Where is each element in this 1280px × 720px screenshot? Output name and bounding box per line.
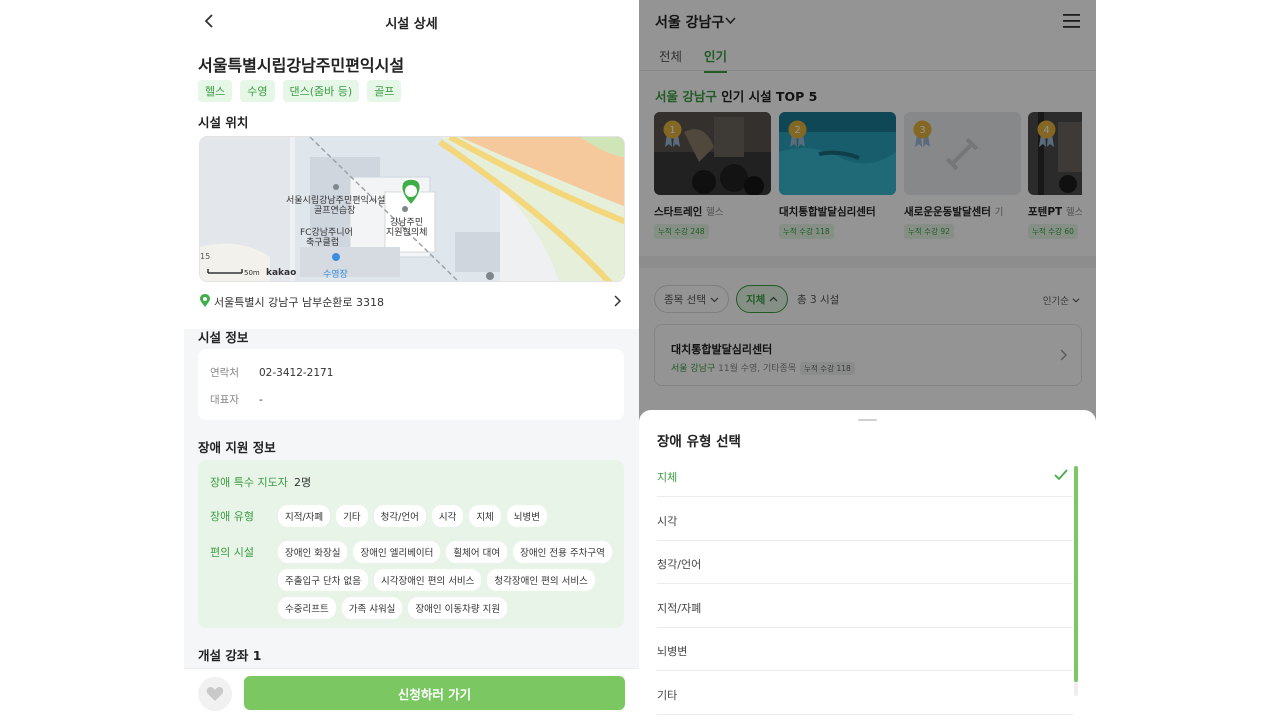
amenity-chip: 장애인 전용 주차구역 (513, 541, 612, 563)
location-map[interactable]: 서울시립강남주민편익시설 골프연습장 강남주민 지원협의체 FC강남주니어 축구… (199, 136, 625, 282)
map-scale-label: 50m (244, 269, 260, 277)
representative-value: - (259, 394, 263, 406)
amenity-chips: 장애인 화장실 장애인 엘리베이터 휠체어 대여 장애인 전용 주차구역 주출입… (278, 541, 618, 619)
favorite-button[interactable] (198, 677, 232, 711)
instructor-label: 장애 특수 지도자 (210, 476, 288, 489)
bottom-action-bar: 신청하러 가기 (184, 668, 639, 720)
disability-type-bottom-sheet: 장애 유형 선택 지체 시각 청각/언어 지적/자폐 뇌병변 기타 (639, 410, 1096, 720)
sheet-scrollbar-thumb[interactable] (1074, 466, 1078, 682)
sport-tag: 수영 (240, 80, 275, 102)
sport-tags: 헬스 수영 댄스(줌바 등) 골프 (198, 80, 402, 102)
amenity-chip: 시각장애인 편의 서비스 (373, 569, 482, 591)
map-label: 수영장 (323, 269, 348, 280)
amenity-chip: 장애인 화장실 (278, 541, 348, 563)
sport-tag: 헬스 (198, 80, 233, 102)
option-label: 뇌병변 (657, 645, 688, 658)
instructor-value: 2명 (294, 476, 312, 489)
amenity-chip: 청각장애인 편의 서비스 (487, 569, 595, 591)
contact-value[interactable]: 02-3412-2171 (259, 367, 333, 379)
disability-type-chips: 지적/자폐 기타 청각/언어 시각 지체 뇌병변 (278, 505, 618, 527)
representative-label: 대표자 (210, 394, 239, 406)
disability-option[interactable]: 청각/언어 (657, 541, 1073, 584)
amenity-chip: 수중리프트 (278, 597, 336, 619)
option-label: 청각/언어 (657, 558, 702, 571)
map-label: 서울시립강남주민편익시설 (286, 194, 385, 206)
sport-tag: 댄스(줌바 등) (282, 80, 360, 102)
facility-detail-panel: 시설 상세 서울특별시립강남주민편익시설 헬스 수영 댄스(줌바 등) 골프 시… (184, 0, 639, 720)
disability-option[interactable]: 지체 (657, 454, 1073, 497)
address-row[interactable]: 서울특별시 강남구 남부순환로 3318 (198, 292, 624, 312)
contact-row: 연락처 02-3412-2171 (210, 365, 333, 380)
disability-type-chip: 지적/자폐 (278, 505, 331, 527)
disability-type-label: 장애 유형 (210, 510, 254, 523)
apply-button[interactable]: 신청하러 가기 (244, 676, 625, 710)
map-label: 강남주민 (390, 217, 423, 228)
popular-facilities-panel: 서울 강남구 전체 인기 서울 강남구 인기 시설 TOP 5 1 스타트레인 … (639, 0, 1096, 720)
sheet-drag-handle[interactable] (858, 419, 877, 421)
disability-type-chip: 시각 (431, 505, 464, 527)
amenity-chip: 장애인 엘리베이터 (353, 541, 441, 563)
address-text: 서울특별시 강남구 남부순환로 3318 (214, 296, 385, 309)
disability-type-chip: 기타 (336, 505, 368, 527)
option-label: 지적/자폐 (657, 602, 702, 615)
screen: 시설 상세 서울특별시립강남주민편익시설 헬스 수영 댄스(줌바 등) 골프 시… (0, 0, 1280, 720)
disability-type-chip: 지체 (469, 505, 501, 527)
disability-type-chip: 뇌병변 (506, 505, 548, 527)
disability-option[interactable]: 뇌병변 (657, 628, 1073, 671)
map-brand-logo: kakao (266, 268, 296, 278)
sport-tag: 골프 (367, 80, 402, 102)
map-label: 지원협의체 (386, 226, 427, 238)
disability-option[interactable]: 기타 (657, 672, 1073, 715)
location-section-title: 시설 위치 (198, 115, 249, 130)
disability-option[interactable]: 지적/자폐 (657, 585, 1073, 628)
checkmark-icon (1054, 469, 1068, 481)
amenity-chip: 장애인 이동차량 지원 (408, 597, 508, 619)
chevron-right-icon (614, 295, 622, 307)
disability-section-title: 장애 지원 정보 (198, 440, 276, 455)
option-label: 지체 (657, 471, 678, 484)
map-label: 15 (200, 252, 210, 261)
facility-info-card: 연락처 02-3412-2171 대표자 - (198, 349, 624, 420)
contact-label: 연락처 (210, 367, 239, 379)
amenity-chip: 휠체어 대여 (446, 541, 508, 563)
heart-icon (206, 687, 224, 701)
amenity-chip: 주출입구 단차 없음 (278, 569, 368, 591)
option-label: 기타 (657, 689, 678, 702)
facility-summary: 서울특별시립강남주민편익시설 헬스 수영 댄스(줌바 등) 골프 시설 위치 서… (184, 42, 639, 329)
courses-section-title: 개설 강좌 1 (198, 648, 262, 663)
facility-name: 서울특별시립강남주민편익시설 (198, 56, 405, 75)
location-pin-icon (200, 294, 210, 307)
sheet-title: 장애 유형 선택 (657, 434, 741, 450)
representative-row: 대표자 - (210, 392, 263, 407)
option-label: 시각 (657, 515, 678, 528)
map-label: FC강남주니어 (300, 227, 353, 238)
map-label: 골프연습장 (314, 205, 355, 216)
disability-info-card: 장애 특수 지도자 2명 장애 유형 지적/자폐 기타 청각/언어 시각 지체 … (198, 460, 624, 628)
amenity-label: 편의 시설 (210, 546, 254, 559)
amenity-chip: 가족 샤워실 (341, 597, 403, 619)
info-section-title: 시설 정보 (198, 330, 249, 345)
map-label: 축구클럽 (306, 237, 339, 248)
map-canvas: 서울시립강남주민편익시설 골프연습장 강남주민 지원협의체 FC강남주니어 축구… (200, 137, 624, 281)
detail-header: 시설 상세 (184, 0, 639, 42)
page-title: 시설 상세 (385, 17, 438, 32)
disability-option[interactable]: 시각 (657, 498, 1073, 541)
disability-type-chip: 청각/언어 (373, 505, 426, 527)
